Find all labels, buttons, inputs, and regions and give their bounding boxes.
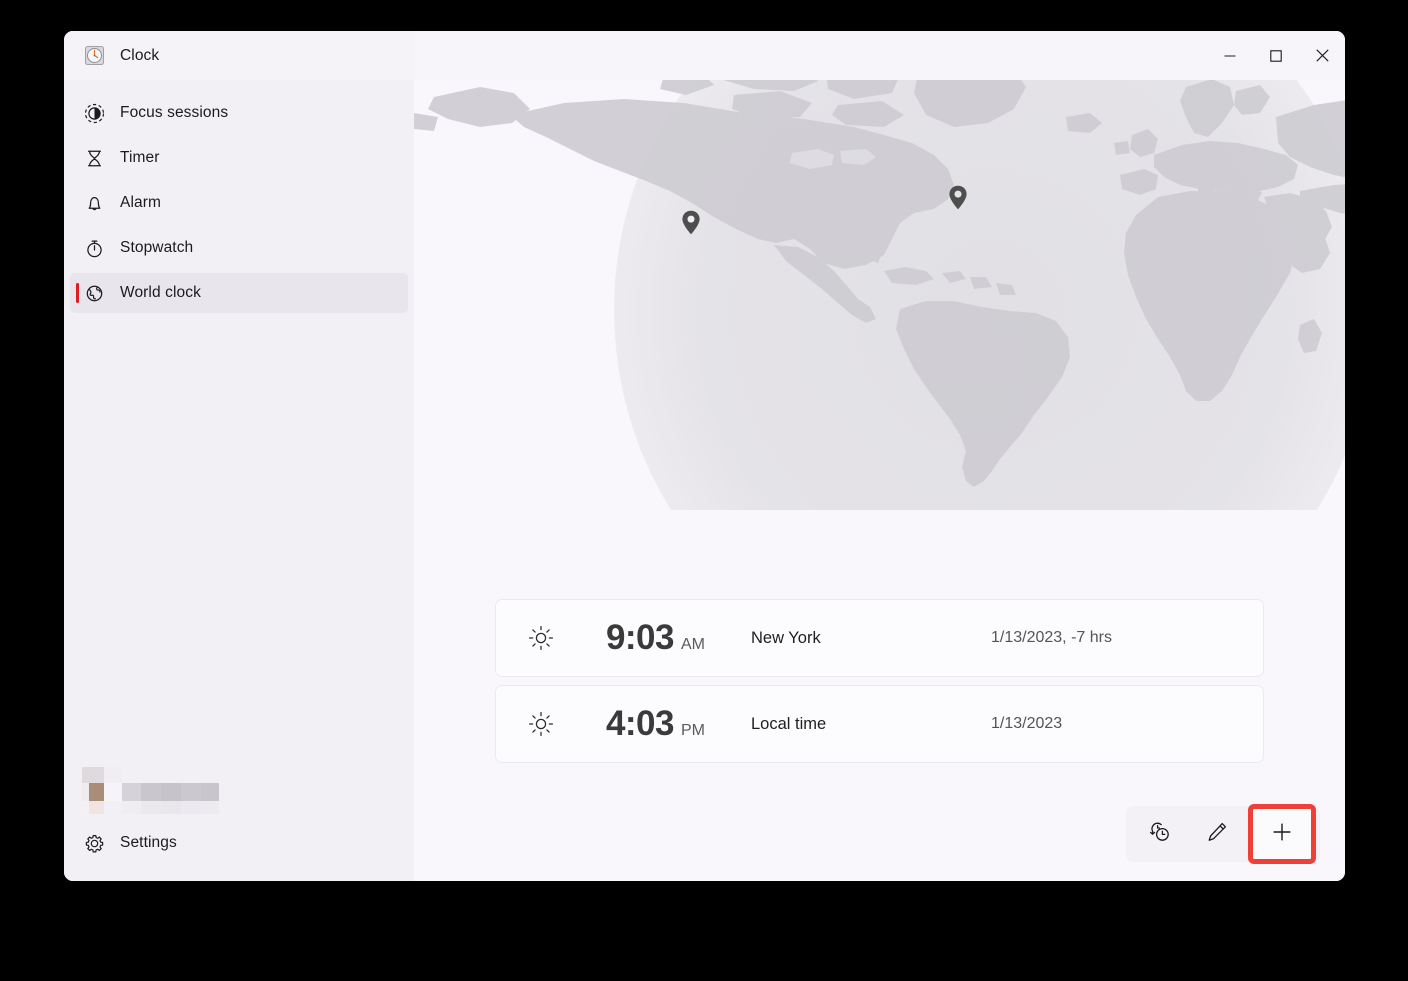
stopwatch-icon [83, 237, 105, 259]
world-clock-list: 9:03 AM New York 1/13/2023, -7 hrs 4:03 … [414, 510, 1345, 881]
sidebar-item-label: Timer [120, 149, 160, 166]
gear-icon [83, 832, 105, 854]
sidebar-item-focus-sessions[interactable]: Focus sessions [70, 93, 408, 133]
clock-date-offset: 1/13/2023 [991, 715, 1063, 732]
clock-city-name: Local time [751, 714, 827, 733]
title-bar [414, 31, 1345, 80]
sun-icon [521, 625, 561, 651]
compare-times-icon [1147, 820, 1171, 849]
sidebar-item-world-clock[interactable]: World clock [70, 273, 408, 313]
clock-time: 4:03 PM [561, 704, 713, 744]
account-block-redacted[interactable] [82, 767, 238, 814]
world-map[interactable] [414, 80, 1345, 510]
add-new-clock-highlight [1248, 804, 1316, 864]
sidebar-item-stopwatch[interactable]: Stopwatch [70, 228, 408, 268]
compare-times-button[interactable] [1130, 810, 1188, 858]
clock-time: 9:03 AM [561, 618, 713, 658]
clock-time-ampm: AM [681, 636, 705, 653]
clock-time-ampm: PM [681, 722, 705, 739]
sun-icon [521, 711, 561, 737]
sidebar-item-timer[interactable]: Timer [70, 138, 408, 178]
edit-button[interactable] [1188, 810, 1246, 858]
sidebar-item-alarm[interactable]: Alarm [70, 183, 408, 223]
clock-card-new-york[interactable]: 9:03 AM New York 1/13/2023, -7 hrs [495, 599, 1264, 677]
maximize-button[interactable] [1253, 31, 1299, 80]
timer-hourglass-icon [83, 147, 105, 169]
clock-time-value: 9:03 [605, 618, 675, 657]
sidebar-item-settings[interactable]: Settings [70, 823, 408, 863]
clock-card-local-time[interactable]: 4:03 PM Local time 1/13/2023 [495, 685, 1264, 763]
map-pin-new-york[interactable] [682, 210, 701, 235]
clock-city-name: New York [751, 628, 821, 647]
main-content: 9:03 AM New York 1/13/2023, -7 hrs 4:03 … [414, 31, 1345, 881]
app-header: Clock [64, 31, 414, 80]
alarm-bell-icon [83, 192, 105, 214]
clock-app-icon [83, 45, 105, 67]
sidebar-item-label: Focus sessions [120, 104, 229, 121]
clock-date-offset: 1/13/2023, -7 hrs [991, 629, 1112, 646]
focus-sessions-icon [83, 102, 105, 124]
app-title: Clock [120, 46, 160, 64]
world-clock-globe-icon [83, 282, 105, 304]
world-map-landmasses [414, 80, 1345, 487]
sidebar: Clock Focus sessions Timer Alarm Stopwat… [64, 31, 414, 881]
sidebar-item-label: Stopwatch [120, 239, 194, 256]
sidebar-item-label: Alarm [120, 194, 161, 211]
pencil-edit-icon [1205, 820, 1229, 849]
navigation-list: Focus sessions Timer Alarm Stopwatch Wor… [64, 80, 414, 318]
plus-icon [1270, 820, 1294, 849]
settings-label: Settings [120, 834, 177, 851]
add-new-clock-button[interactable] [1253, 809, 1311, 859]
clock-time-value: 4:03 [605, 704, 675, 743]
minimize-button[interactable] [1207, 31, 1253, 80]
map-pin-local[interactable] [949, 185, 968, 210]
sidebar-item-label: World clock [120, 284, 201, 301]
screen: Clock Focus sessions Timer Alarm Stopwat… [0, 0, 1408, 981]
clock-app-window: Clock Focus sessions Timer Alarm Stopwat… [64, 31, 1345, 881]
close-button[interactable] [1299, 31, 1345, 80]
world-clock-toolbar [1126, 804, 1320, 864]
